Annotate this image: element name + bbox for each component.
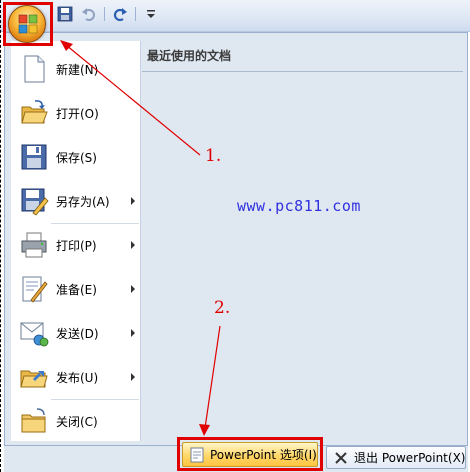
menu-item-new[interactable]: 新建(N) <box>11 49 141 89</box>
menu-item-label: 打印(P) <box>56 238 97 253</box>
submenu-arrow-icon <box>131 197 135 205</box>
menu-divider <box>51 399 139 400</box>
menu-item-label: 关闭(C) <box>56 414 98 429</box>
powerpoint-options-button[interactable]: PowerPoint 选项(I) <box>182 442 318 467</box>
save-icon <box>21 144 47 170</box>
recent-documents-pane: 最近使用的文档 <box>142 41 463 441</box>
prepare-icon <box>22 276 48 303</box>
menu-item-label: 发送(D) <box>56 326 99 341</box>
save-as-icon <box>21 188 49 216</box>
menu-item-send[interactable]: 发送(D) <box>11 313 141 353</box>
menu-item-prepare[interactable]: 准备(E) <box>11 269 141 309</box>
menu-item-label: 打开(O) <box>56 106 99 121</box>
open-folder-icon <box>21 100 48 124</box>
submenu-arrow-icon <box>131 241 135 249</box>
menu-item-label: 新建(N) <box>56 62 99 77</box>
menu-item-close[interactable]: 关闭(C) <box>11 401 141 441</box>
menu-item-print[interactable]: 打印(P) <box>11 225 141 265</box>
submenu-arrow-icon <box>131 285 135 293</box>
printer-icon <box>21 232 47 258</box>
annotation-step-1: 1. <box>205 146 222 166</box>
command-list: 新建(N) 打开(O) 保存(S) 另存为(A) 打印(P) 准备(E) 发送(… <box>11 41 141 441</box>
powerpoint-options-label: PowerPoint 选项(I) <box>210 448 317 462</box>
send-icon <box>20 322 49 347</box>
exit-powerpoint-label: 退出 PowerPoint(X) <box>354 451 466 465</box>
menu-item-save-as[interactable]: 另存为(A) <box>11 181 141 221</box>
quick-access-icons <box>56 5 160 23</box>
save-icon[interactable] <box>56 5 74 23</box>
menu-item-label: 保存(S) <box>56 150 97 165</box>
options-icon <box>190 447 204 462</box>
menu-item-label: 发布(U) <box>56 370 99 385</box>
toolbar-separator <box>104 7 105 21</box>
toolbar-separator <box>135 7 136 21</box>
close-icon <box>335 451 347 464</box>
recent-header-rule <box>142 71 463 72</box>
undo-icon[interactable] <box>80 5 98 23</box>
annotation-step-2: 2. <box>214 298 231 318</box>
menu-item-save[interactable]: 保存(S) <box>11 137 141 177</box>
recent-documents-header: 最近使用的文档 <box>147 49 232 63</box>
publish-icon <box>20 370 48 388</box>
submenu-arrow-icon <box>131 373 135 381</box>
office-logo-icon <box>18 14 38 34</box>
office-button[interactable] <box>8 5 46 43</box>
submenu-arrow-icon <box>131 329 135 337</box>
menu-divider <box>51 223 139 224</box>
redo-icon[interactable] <box>111 5 129 23</box>
exit-powerpoint-button[interactable]: 退出 PowerPoint(X) <box>326 446 466 469</box>
new-document-icon <box>24 55 45 83</box>
left-dashed-edge <box>0 0 2 472</box>
menu-item-publish[interactable]: 发布(U) <box>11 357 141 397</box>
close-folder-icon <box>21 408 46 433</box>
customize-dropdown-icon[interactable] <box>142 5 160 23</box>
watermark-text: www.pc811.com <box>237 197 361 215</box>
menu-item-label: 另存为(A) <box>56 194 110 209</box>
office-menu-panel: 新建(N) 打开(O) 保存(S) 另存为(A) 打印(P) 准备(E) 发送(… <box>4 32 468 446</box>
menu-item-open[interactable]: 打开(O) <box>11 93 141 133</box>
menu-item-label: 准备(E) <box>56 282 97 297</box>
